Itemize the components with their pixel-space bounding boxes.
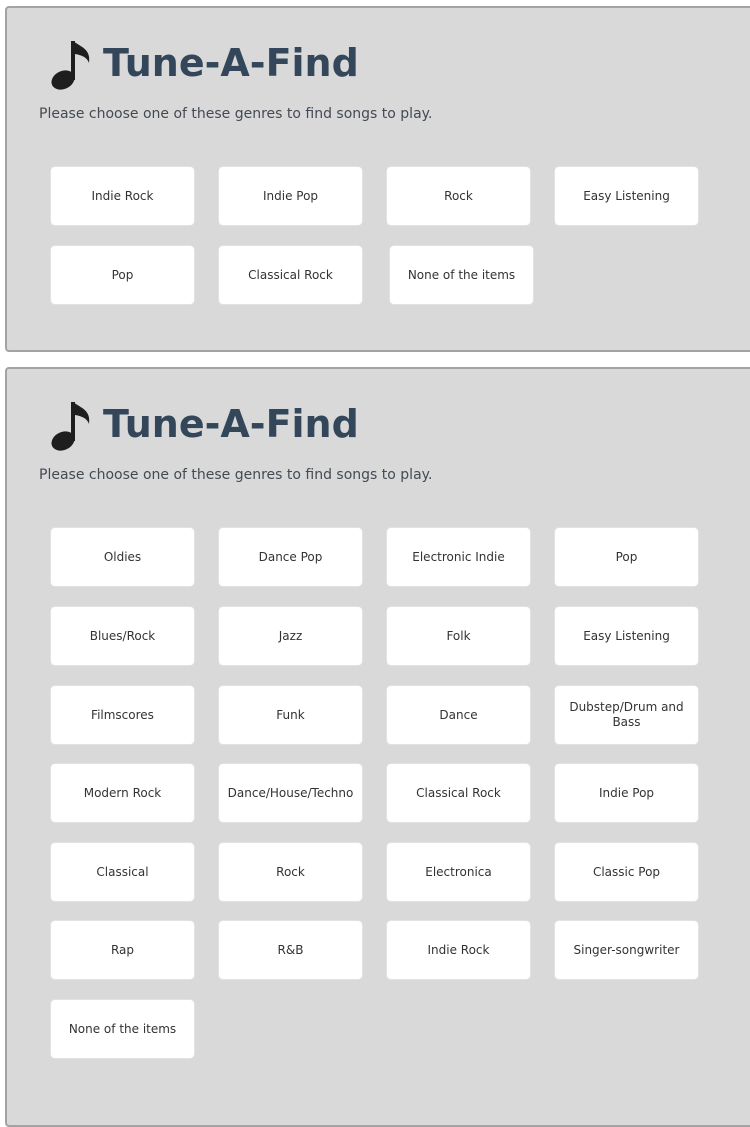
genre-option[interactable]: Classical Rock <box>386 763 531 823</box>
genre-option[interactable]: Oldies <box>50 527 195 587</box>
genre-option[interactable]: Indie Pop <box>554 763 699 823</box>
instructions-text: Please choose one of these genres to fin… <box>39 467 433 483</box>
music-note-icon <box>51 402 90 451</box>
genre-option[interactable]: Folk <box>386 606 531 666</box>
app-header: Tune-A-Find <box>47 33 359 93</box>
genre-option[interactable]: Pop <box>50 245 195 305</box>
genre-option[interactable]: Classical Rock <box>218 245 363 305</box>
genre-option[interactable]: Electronic Indie <box>386 527 531 587</box>
instructions-text: Please choose one of these genres to fin… <box>39 106 433 122</box>
genre-option[interactable]: Pop <box>554 527 699 587</box>
none-of-the-items-option[interactable]: None of the items <box>389 245 534 305</box>
genre-option[interactable]: Dance/House/Techno <box>218 763 363 823</box>
genre-option[interactable]: Blues/Rock <box>50 606 195 666</box>
genre-option[interactable]: Dance Pop <box>218 527 363 587</box>
genre-option[interactable]: Indie Pop <box>218 166 363 226</box>
genre-option[interactable]: Jazz <box>218 606 363 666</box>
genre-option[interactable]: Rock <box>218 842 363 902</box>
app-title: Tune-A-Find <box>103 402 359 446</box>
genre-panel-2: Tune-A-Find Please choose one of these g… <box>5 367 750 1127</box>
genre-panel-1: Tune-A-Find Please choose one of these g… <box>5 6 750 352</box>
genre-option[interactable]: Easy Listening <box>554 606 699 666</box>
genre-option[interactable]: Rap <box>50 920 195 980</box>
genre-option[interactable]: Indie Rock <box>50 166 195 226</box>
genre-option[interactable]: Classic Pop <box>554 842 699 902</box>
genre-option[interactable]: Rock <box>386 166 531 226</box>
app-title: Tune-A-Find <box>103 41 359 85</box>
app-header: Tune-A-Find <box>47 394 359 454</box>
genre-option[interactable]: Electronica <box>386 842 531 902</box>
genre-option[interactable]: Singer-songwriter <box>554 920 699 980</box>
genre-option[interactable]: Funk <box>218 685 363 745</box>
genre-option[interactable]: Indie Rock <box>386 920 531 980</box>
genre-option[interactable]: Filmscores <box>50 685 195 745</box>
genre-option[interactable]: Classical <box>50 842 195 902</box>
genre-option[interactable]: R&B <box>218 920 363 980</box>
none-of-the-items-option[interactable]: None of the items <box>50 999 195 1059</box>
genre-option[interactable]: Dubstep/Drum and Bass <box>554 685 699 745</box>
genre-option[interactable]: Easy Listening <box>554 166 699 226</box>
genre-option[interactable]: Modern Rock <box>50 763 195 823</box>
genre-option[interactable]: Dance <box>386 685 531 745</box>
music-note-icon <box>51 41 90 90</box>
